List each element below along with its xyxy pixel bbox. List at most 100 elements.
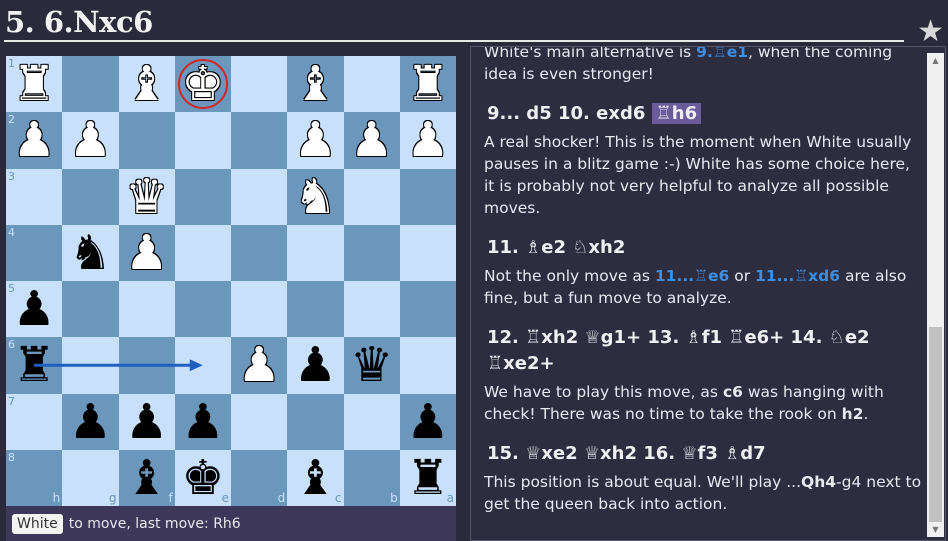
square-a5[interactable] xyxy=(399,281,456,338)
square-e2[interactable] xyxy=(174,112,231,169)
square-h3[interactable]: 3 xyxy=(6,168,63,225)
black-king-icon[interactable]: ♚ xyxy=(181,454,224,502)
square-c8[interactable]: c ♝ xyxy=(287,449,344,506)
square-c1[interactable]: ♝ xyxy=(287,56,344,113)
white-pawn-icon[interactable]: ♟ xyxy=(350,116,393,164)
square-a6[interactable] xyxy=(399,337,456,394)
white-bishop-icon[interactable]: ♝ xyxy=(294,60,337,108)
square-e4[interactable] xyxy=(174,224,231,281)
white-pawn-icon[interactable]: ♟ xyxy=(125,229,168,277)
square-b1[interactable] xyxy=(343,56,400,113)
black-queen-icon[interactable]: ♛ xyxy=(350,341,393,389)
square-c6[interactable]: ♟ xyxy=(287,337,344,394)
square-b3[interactable] xyxy=(343,168,400,225)
square-e8[interactable]: e ♚ xyxy=(174,449,231,506)
black-pawn-icon[interactable]: ♟ xyxy=(294,341,337,389)
black-pawn-icon[interactable]: ♟ xyxy=(406,398,449,446)
square-h6[interactable]: 6 ♜ xyxy=(6,337,63,394)
white-pawn-icon[interactable]: ♟ xyxy=(294,116,337,164)
white-pawn-icon[interactable]: ♟ xyxy=(406,116,449,164)
square-c7[interactable] xyxy=(287,393,344,450)
square-c2[interactable]: ♟ xyxy=(287,112,344,169)
square-d3[interactable] xyxy=(231,168,288,225)
square-c3[interactable]: ♞ xyxy=(287,168,344,225)
square-g4[interactable]: ♞ xyxy=(62,224,119,281)
text-segment[interactable]: 15. ♕xe2 ♕xh2 16. ♕f3 ♗d7 xyxy=(487,443,766,464)
move-link[interactable]: 11...♖e6 xyxy=(655,267,729,285)
move-link[interactable]: 11...♖xd6 xyxy=(755,267,840,285)
move-link[interactable]: 9.♖e1 xyxy=(696,47,748,61)
square-a3[interactable] xyxy=(399,168,456,225)
square-a8[interactable]: a ♜ xyxy=(399,449,456,506)
square-f5[interactable] xyxy=(118,281,175,338)
square-f7[interactable]: ♟ xyxy=(118,393,175,450)
square-g2[interactable]: ♟ xyxy=(62,112,119,169)
square-h7[interactable]: 7 xyxy=(6,393,63,450)
white-queen-icon[interactable]: ♛ xyxy=(125,173,168,221)
square-e3[interactable] xyxy=(174,168,231,225)
square-a2[interactable]: ♟ xyxy=(399,112,456,169)
square-d6[interactable]: ♟ xyxy=(231,337,288,394)
square-e6[interactable] xyxy=(174,337,231,394)
current-move[interactable]: ♖h6 xyxy=(651,103,702,124)
square-d4[interactable] xyxy=(231,224,288,281)
square-g7[interactable]: ♟ xyxy=(62,393,119,450)
square-g6[interactable] xyxy=(62,337,119,394)
square-f4[interactable]: ♟ xyxy=(118,224,175,281)
square-b6[interactable]: ♛ xyxy=(343,337,400,394)
square-c4[interactable] xyxy=(287,224,344,281)
square-g1[interactable] xyxy=(62,56,119,113)
text-segment[interactable]: 9... d5 10. exd6 xyxy=(487,103,652,124)
square-h8[interactable]: 8h xyxy=(6,449,63,506)
square-g8[interactable]: g xyxy=(62,449,119,506)
square-b7[interactable] xyxy=(343,393,400,450)
black-pawn-icon[interactable]: ♟ xyxy=(125,398,168,446)
square-f3[interactable]: ♛ xyxy=(118,168,175,225)
square-b8[interactable]: b xyxy=(343,449,400,506)
scrollbar[interactable]: ▲ ▼ xyxy=(927,53,944,537)
white-bishop-icon[interactable]: ♝ xyxy=(125,60,168,108)
star-icon[interactable]: ★ xyxy=(917,14,944,49)
scroll-down-arrow-icon[interactable]: ▼ xyxy=(927,525,944,534)
text-segment[interactable]: 11. ♗e2 ♘xh2 xyxy=(487,237,625,258)
square-h2[interactable]: 2 ♟ xyxy=(6,112,63,169)
square-d1[interactable] xyxy=(231,56,288,113)
square-g5[interactable] xyxy=(62,281,119,338)
black-knight-icon[interactable]: ♞ xyxy=(69,229,112,277)
square-b4[interactable] xyxy=(343,224,400,281)
square-a7[interactable]: ♟ xyxy=(399,393,456,450)
square-d8[interactable]: d xyxy=(231,449,288,506)
black-pawn-icon[interactable]: ♟ xyxy=(181,398,224,446)
square-e5[interactable] xyxy=(174,281,231,338)
square-f2[interactable] xyxy=(118,112,175,169)
square-e1[interactable]: ♚ xyxy=(174,56,231,113)
square-b2[interactable]: ♟ xyxy=(343,112,400,169)
black-bishop-icon[interactable]: ♝ xyxy=(125,454,168,502)
square-d5[interactable] xyxy=(231,281,288,338)
square-d7[interactable] xyxy=(231,393,288,450)
black-rook-icon[interactable]: ♜ xyxy=(13,341,56,389)
white-rook-icon[interactable]: ♜ xyxy=(13,60,56,108)
square-c5[interactable] xyxy=(287,281,344,338)
square-f1[interactable]: ♝ xyxy=(118,56,175,113)
square-h5[interactable]: 5 ♟ xyxy=(6,281,63,338)
scrollbar-thumb[interactable] xyxy=(929,327,942,522)
black-rook-icon[interactable]: ♜ xyxy=(406,454,449,502)
black-pawn-icon[interactable]: ♟ xyxy=(13,285,56,333)
square-h4[interactable]: 4 xyxy=(6,224,63,281)
white-pawn-icon[interactable]: ♟ xyxy=(238,341,281,389)
square-g3[interactable] xyxy=(62,168,119,225)
white-rook-icon[interactable]: ♜ xyxy=(406,60,449,108)
text-segment[interactable]: 12. ♖xh2 ♕g1+ 13. ♗f1 ♖e6+ 14. ♘e2 ♖xe2+ xyxy=(487,327,870,374)
black-bishop-icon[interactable]: ♝ xyxy=(294,454,337,502)
scroll-up-arrow-icon[interactable]: ▲ xyxy=(927,56,944,65)
black-pawn-icon[interactable]: ♟ xyxy=(69,398,112,446)
white-pawn-icon[interactable]: ♟ xyxy=(13,116,56,164)
chess-board[interactable]: 1 ♜ ♝ ♚ ♝ ♜ 2 ♟ ♟ ♟ ♟ ♟ 3 ♛ ♞ 4 ♞ ♟ 5 ♟ 6 ♜ ♟ ♟ ♛ 7 ♟ ♟ ♟ ♟ 8 h g f ♝ e ♚ d c ♝… xyxy=(6,56,456,506)
square-d2[interactable] xyxy=(231,112,288,169)
square-f8[interactable]: f ♝ xyxy=(118,449,175,506)
white-pawn-icon[interactable]: ♟ xyxy=(69,116,112,164)
square-b5[interactable] xyxy=(343,281,400,338)
square-h1[interactable]: 1 ♜ xyxy=(6,56,63,113)
square-e7[interactable]: ♟ xyxy=(174,393,231,450)
